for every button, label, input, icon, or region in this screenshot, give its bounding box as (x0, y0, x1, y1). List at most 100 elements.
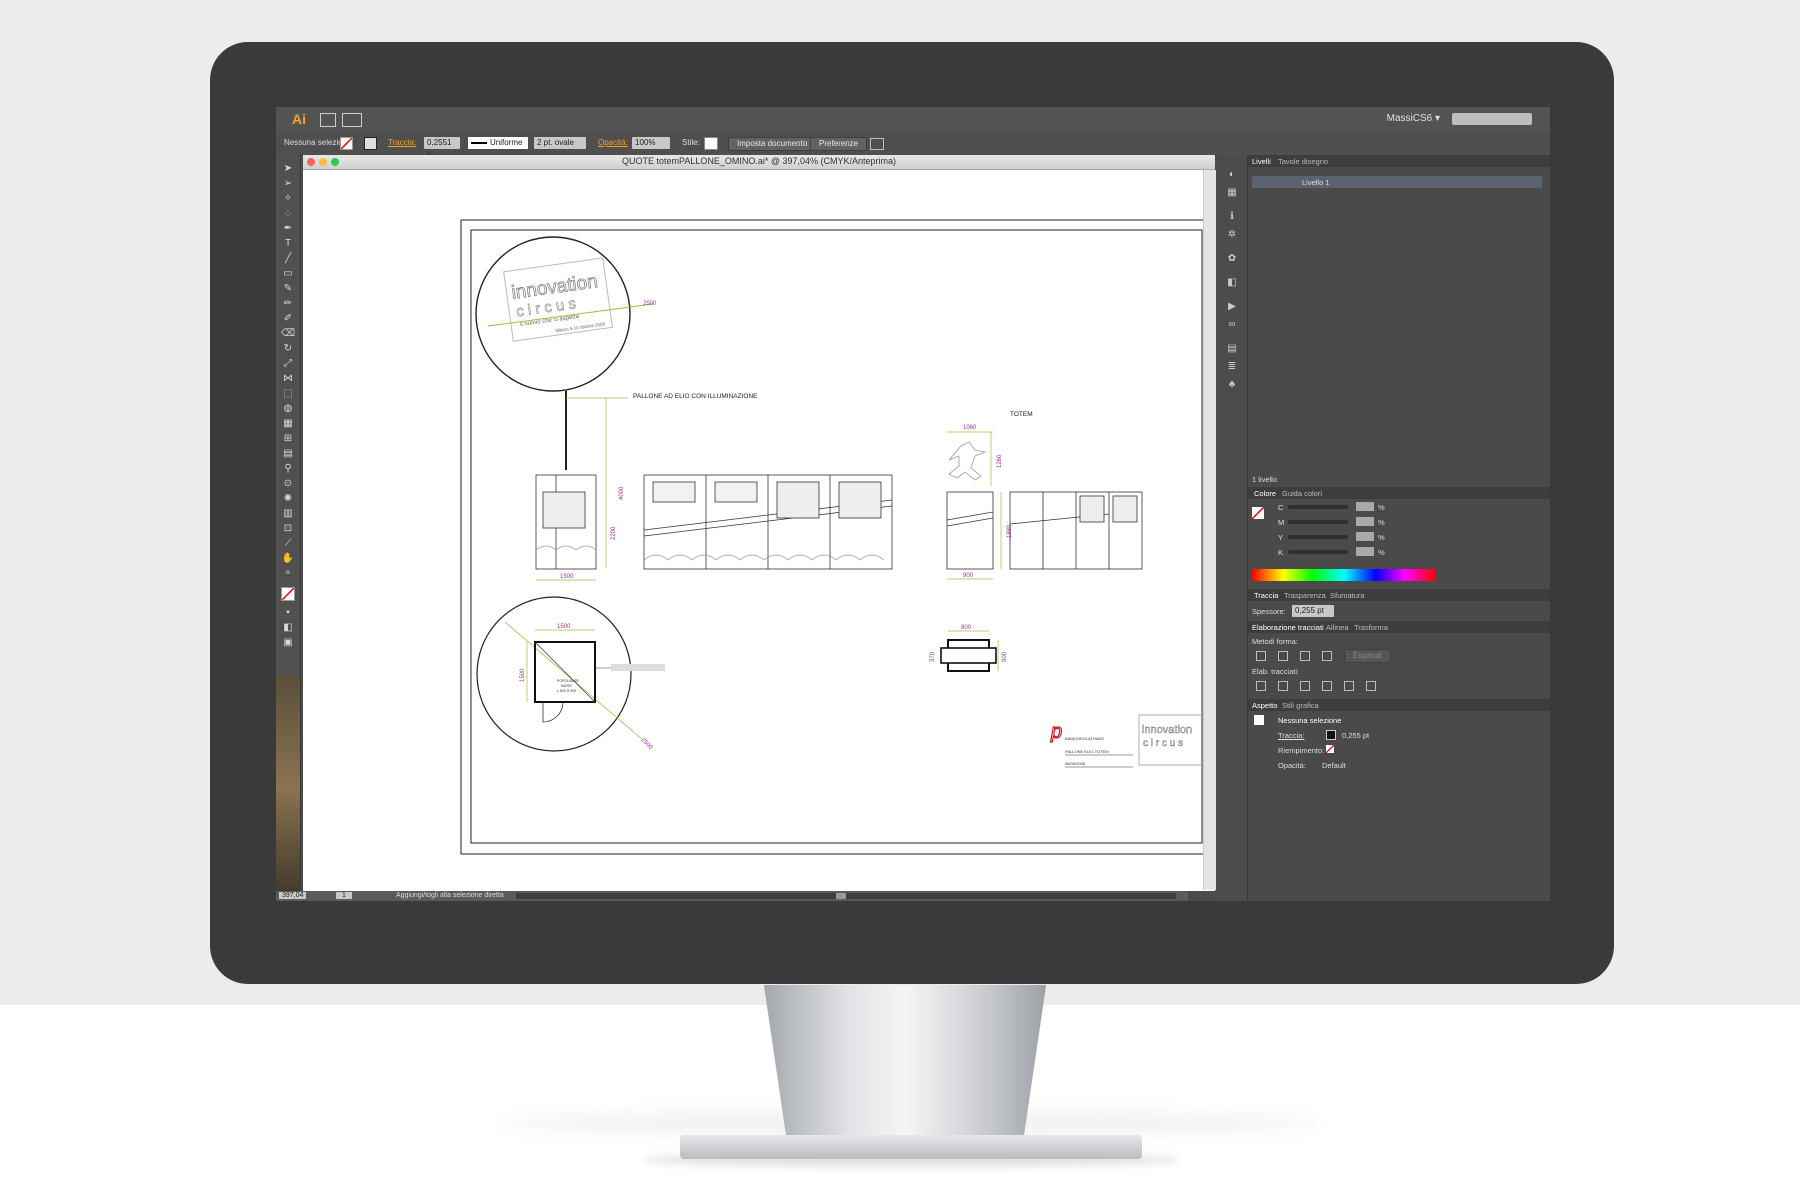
cyan-field[interactable] (1356, 502, 1374, 511)
type-tool-icon[interactable]: T (281, 238, 295, 250)
eyedropper-tool-icon[interactable]: ⚲ (281, 463, 295, 475)
navigator-panel-icon[interactable]: ◧ (1226, 277, 1238, 289)
direct-selection-tool-icon[interactable]: ➢ (281, 178, 295, 190)
magenta-slider[interactable] (1288, 520, 1348, 524)
opacity-label[interactable]: Opacità: (598, 138, 628, 147)
screen-mode-icon[interactable]: ▣ (281, 637, 295, 649)
pencil-tool-icon[interactable]: ✏ (281, 298, 295, 310)
brushes-panel-icon[interactable]: ✿ (1226, 253, 1238, 265)
preferences-button[interactable]: Preferenze (810, 137, 868, 151)
artboard-number-field[interactable]: 1 (336, 892, 352, 899)
line-tool-icon[interactable]: ╱ (281, 253, 295, 265)
unite-icon[interactable] (1256, 651, 1266, 661)
appearance-fill-swatch[interactable] (1325, 744, 1335, 754)
bridge-icon[interactable] (320, 113, 336, 127)
outline-icon[interactable] (1344, 681, 1354, 691)
arrange-documents-icon[interactable] (342, 113, 362, 127)
appearance-stroke-label[interactable]: Traccia: (1278, 731, 1304, 740)
clubs-panel-icon[interactable]: ♣ (1226, 379, 1238, 391)
selection-tool-icon[interactable]: ➤ (281, 163, 295, 175)
artboards-panel-icon[interactable]: ▤ (1226, 343, 1238, 355)
yellow-field[interactable] (1356, 532, 1374, 541)
drawing-mode-icon[interactable]: ◧ (281, 622, 295, 634)
magic-wand-tool-icon[interactable]: ✧ (281, 193, 295, 205)
trim-icon[interactable] (1278, 681, 1288, 691)
fill-stroke-swatch[interactable] (281, 587, 295, 601)
symbols-panel-icon[interactable]: ✲ (1226, 229, 1238, 241)
tab-appearance[interactable]: Aspetto (1252, 701, 1277, 710)
info-panel-icon[interactable]: ℹ (1226, 211, 1238, 223)
stroke-label[interactable]: Traccia: (388, 138, 416, 147)
yellow-slider[interactable] (1288, 535, 1348, 539)
symbol-sprayer-tool-icon[interactable]: ✺ (281, 493, 295, 505)
workspace-switcher[interactable]: MassiCS6 ▾ (1387, 113, 1440, 124)
stroke-weight-field[interactable]: 0,2551 p (424, 137, 460, 159)
black-field[interactable] (1356, 547, 1374, 556)
crop-icon[interactable] (1322, 681, 1332, 691)
divide-icon[interactable] (1256, 681, 1266, 691)
slice-tool-icon[interactable]: ⟋ (281, 538, 295, 550)
color-spectrum[interactable] (1252, 569, 1436, 581)
brush-dropdown[interactable]: 2 pt. ovale (534, 137, 586, 149)
horizontal-scrollbar[interactable] (516, 893, 1176, 899)
arrange-icon[interactable] (870, 138, 884, 150)
artboard-canvas[interactable]: innovation c i r c u s il nuovo che ci a… (303, 170, 1214, 890)
hand-tool-icon[interactable]: ✋ (281, 553, 295, 565)
color-mode-icon[interactable]: ▪ (281, 607, 295, 619)
artboard-tool-icon[interactable]: ⊡ (281, 523, 295, 535)
appearance-opacity-label[interactable]: Opacità: (1278, 761, 1306, 770)
layer-row[interactable]: Livello 1 (1252, 176, 1542, 188)
tab-gradient[interactable]: Sfumatura (1330, 591, 1365, 600)
lasso-tool-icon[interactable]: ◌ (281, 208, 295, 220)
scale-tool-icon[interactable]: ⤢ (281, 358, 295, 370)
width-tool-icon[interactable]: ⋈ (281, 373, 295, 385)
swatches-panel-icon[interactable]: ▦ (1226, 187, 1238, 199)
exclude-icon[interactable] (1322, 651, 1332, 661)
appearance-fill-label[interactable]: Riempimento: (1278, 746, 1324, 755)
links-panel-icon[interactable]: ∞ (1226, 319, 1238, 331)
cyan-slider[interactable] (1288, 505, 1348, 509)
tab-layers[interactable]: Livelli (1252, 157, 1271, 166)
paintbrush-tool-icon[interactable]: ✎ (281, 283, 295, 295)
perspective-grid-tool-icon[interactable]: ▦ (281, 418, 295, 430)
graphic-style-swatch[interactable] (704, 137, 718, 150)
merge-icon[interactable] (1300, 681, 1310, 691)
tab-artboards[interactable]: Tavole disegno (1278, 157, 1328, 166)
tab-color[interactable]: Colore (1254, 489, 1276, 498)
layers-stack-icon[interactable]: ≣ (1226, 361, 1238, 373)
gradient-tool-icon[interactable]: ▤ (281, 448, 295, 460)
tab-pathfinder[interactable]: Elaborazione tracciati (1252, 623, 1324, 632)
tab-transform[interactable]: Trasforma (1354, 623, 1388, 632)
fill-swatch[interactable] (340, 137, 353, 150)
color-fill-swatch[interactable] (1251, 506, 1265, 520)
blob-brush-tool-icon[interactable]: ✐ (281, 313, 295, 325)
search-input[interactable] (1452, 113, 1532, 125)
black-slider[interactable] (1288, 550, 1348, 554)
shape-builder-tool-icon[interactable]: ◍ (281, 403, 295, 415)
stroke-swatch[interactable] (364, 137, 377, 150)
scrollbar-thumb[interactable] (836, 893, 846, 899)
tab-color-guide[interactable]: Guida colori (1282, 489, 1322, 498)
minus-front-icon[interactable] (1278, 651, 1288, 661)
weight-field[interactable]: 0,255 pt (1292, 605, 1334, 617)
document-setup-button[interactable]: Imposta documento (728, 137, 817, 151)
rotate-tool-icon[interactable]: ↻ (281, 343, 295, 355)
expand-button[interactable]: Espandi (1344, 649, 1391, 663)
free-transform-tool-icon[interactable]: ⬚ (281, 388, 295, 400)
minus-back-icon[interactable] (1366, 681, 1376, 691)
tab-align[interactable]: Allinea (1326, 623, 1349, 632)
color-panel-icon[interactable]: ◐ (1226, 169, 1238, 181)
blend-tool-icon[interactable]: ⊙ (281, 478, 295, 490)
zoom-level-field[interactable]: 397,04 (279, 892, 307, 899)
tab-transparency[interactable]: Trasparenza (1284, 591, 1326, 600)
magenta-field[interactable] (1356, 517, 1374, 526)
intersect-icon[interactable] (1300, 651, 1310, 661)
rectangle-tool-icon[interactable]: ▭ (281, 268, 295, 280)
appearance-stroke-swatch[interactable] (1326, 730, 1336, 740)
vertical-scrollbar[interactable] (1203, 170, 1216, 890)
stroke-profile-dropdown[interactable]: Uniforme (468, 137, 528, 149)
eraser-tool-icon[interactable]: ⌫ (281, 328, 295, 340)
tab-stroke[interactable]: Traccia (1254, 591, 1278, 600)
mesh-tool-icon[interactable]: ⊞ (281, 433, 295, 445)
actions-panel-icon[interactable]: ▶ (1226, 301, 1238, 313)
